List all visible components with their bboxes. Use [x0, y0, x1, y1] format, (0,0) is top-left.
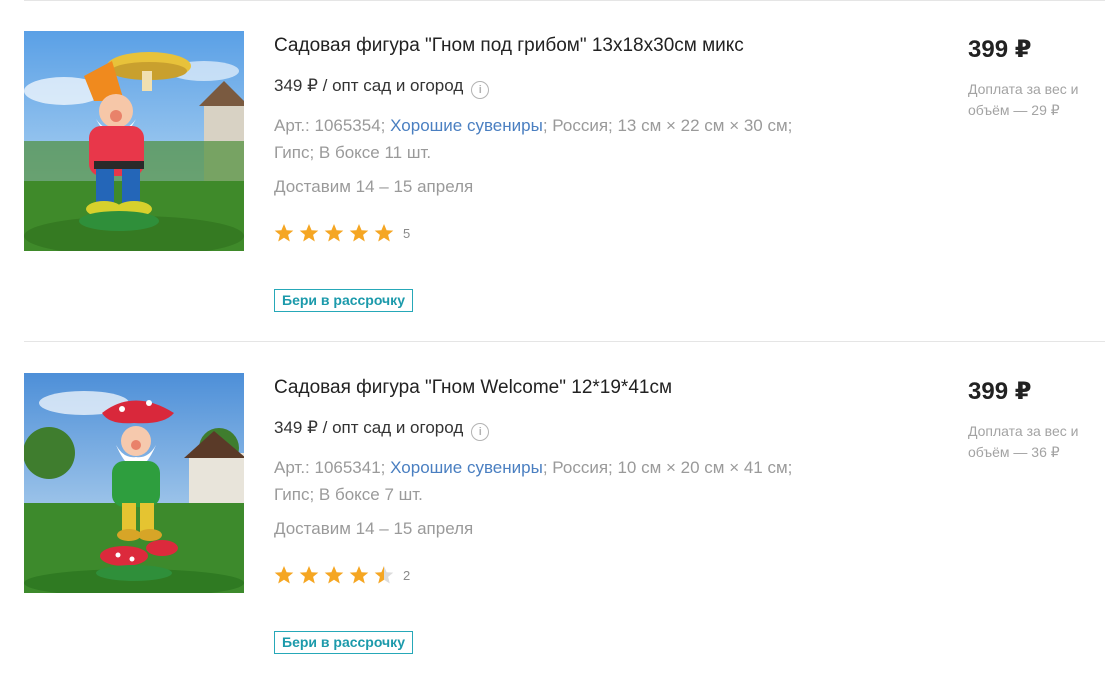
product-card: Садовая фигура "Гном под грибом" 13х18х3… [0, 1, 1105, 331]
article-number: Арт.: 1065341; [274, 458, 386, 477]
product-list: Садовая фигура "Гном под грибом" 13х18х3… [0, 0, 1105, 680]
info-icon[interactable]: i [471, 81, 490, 99]
star-filled-icon [274, 566, 294, 584]
gnome-with-mushroom-figurine-icon [24, 31, 244, 251]
article-number: Арт.: 1065354; [274, 116, 386, 135]
rating: 5 [274, 223, 410, 243]
star-rating [274, 223, 399, 243]
wholesale-price: 349 ₽ / опт сад и огород i [274, 418, 490, 441]
price: 399 ₽ [968, 36, 1032, 63]
star-filled-icon [324, 566, 344, 584]
rating-count[interactable]: 2 [403, 568, 410, 583]
product-details: Арт.: 1065341; Хорошие сувениры; Россия;… [274, 454, 834, 508]
brand-link[interactable]: Хорошие сувениры [390, 458, 543, 477]
star-filled-icon [299, 224, 319, 242]
product-card: Садовая фигура "Гном Welcome" 12*19*41см… [0, 343, 1105, 673]
delivery-date: Доставим 14 – 15 апреля [274, 519, 474, 538]
surcharge-note: Доплата за вес и объём — 29 ₽ [968, 81, 1079, 118]
info-icon[interactable]: i [471, 423, 490, 441]
product-title[interactable]: Садовая фигура "Гном под грибом" 13х18х3… [274, 35, 744, 57]
star-filled-icon [374, 224, 394, 242]
price: 399 ₽ [968, 378, 1032, 405]
delivery-date: Доставим 14 – 15 апреля [274, 177, 474, 196]
divider [24, 341, 1105, 342]
product-details: Арт.: 1065354; Хорошие сувениры; Россия;… [274, 112, 834, 166]
star-filled-icon [324, 224, 344, 242]
star-rating [274, 565, 399, 585]
star-filled-icon [349, 224, 369, 242]
star-filled-icon [349, 566, 369, 584]
rating-count[interactable]: 5 [403, 226, 410, 241]
product-image[interactable] [24, 31, 244, 251]
gnome-welcome-figurine-icon [24, 373, 244, 593]
star-filled-icon [299, 566, 319, 584]
star-half-icon [374, 566, 394, 584]
wholesale-price-text: 349 ₽ / опт сад и огород [274, 76, 464, 95]
surcharge-note: Доплата за вес и объём — 36 ₽ [968, 423, 1079, 460]
product-title[interactable]: Садовая фигура "Гном Welcome" 12*19*41см [274, 377, 672, 399]
installment-badge[interactable]: Бери в рассрочку [274, 289, 413, 312]
wholesale-price-text: 349 ₽ / опт сад и огород [274, 418, 464, 437]
rating: 2 [274, 565, 410, 585]
product-image[interactable] [24, 373, 244, 593]
brand-link[interactable]: Хорошие сувениры [390, 116, 543, 135]
installment-badge[interactable]: Бери в рассрочку [274, 631, 413, 654]
wholesale-price: 349 ₽ / опт сад и огород i [274, 76, 490, 99]
star-filled-icon [274, 224, 294, 242]
